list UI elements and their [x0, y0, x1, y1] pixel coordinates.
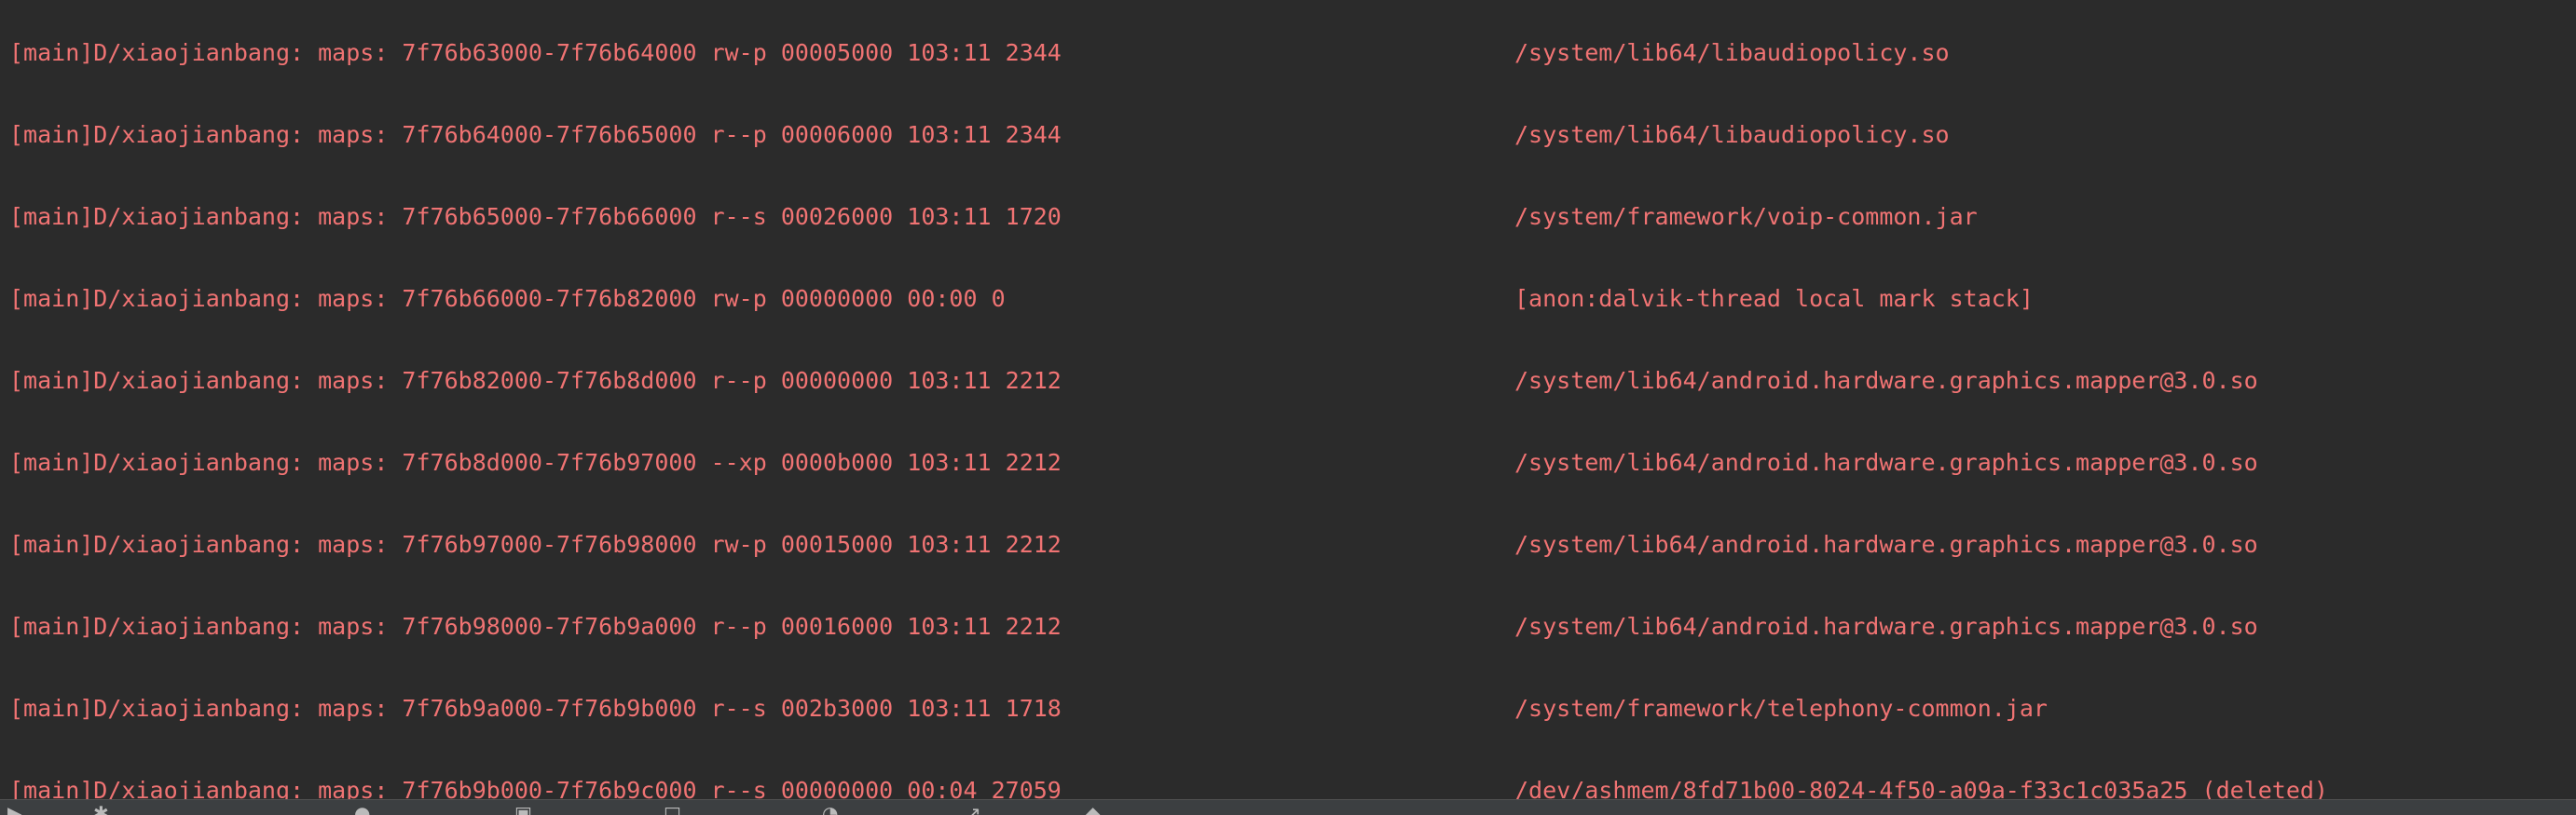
log-mapped-path: /system/lib64/android.hardware.graphics.… — [1514, 613, 2258, 640]
log-mapped-path: /system/lib64/android.hardware.graphics.… — [1514, 449, 2258, 476]
log-message: [main]D/xiaojianbang: maps: 7f76b65000-7… — [9, 203, 1062, 230]
log-mapped-path: /system/lib64/libaudiopolicy.so — [1514, 39, 1950, 66]
log-mapped-path: /system/framework/voip-common.jar — [1514, 203, 1978, 230]
tool-button-run[interactable]: ▶ — [7, 802, 27, 815]
tool-button-dependencies[interactable]: ◆ — [1086, 802, 1105, 815]
log-line[interactable]: [main]D/xiaojianbang: maps: 7f76b65000-7… — [9, 200, 1978, 234]
log-message: [main]D/xiaojianbang: maps: 7f76b66000-7… — [9, 285, 1006, 312]
log-mapped-path: /system/framework/telephony-common.jar — [1514, 695, 2048, 722]
log-message: [main]D/xiaojianbang: maps: 7f76b64000-7… — [9, 121, 1062, 148]
log-line[interactable]: [main]D/xiaojianbang: maps: 7f76b97000-7… — [9, 528, 2258, 562]
profiler-icon: ◔ — [822, 802, 839, 815]
problems-icon: ● — [354, 802, 371, 815]
log-mapped-path: /dev/ashmem/8fd71b00-8024-4f50-a09a-f33c… — [1514, 777, 2328, 799]
log-message: [main]D/xiaojianbang: maps: 7f76b9a000-7… — [9, 695, 1062, 722]
log-message: [main]D/xiaojianbang: maps: 7f76b98000-7… — [9, 613, 1062, 640]
tool-button-services[interactable]: □ — [664, 802, 687, 815]
log-message: [main]D/xiaojianbang: maps: 7f76b9b000-7… — [9, 777, 1062, 799]
log-message: [main]D/xiaojianbang: maps: 7f76b63000-7… — [9, 39, 1062, 66]
bug-icon: ✱ — [93, 802, 109, 815]
log-line[interactable]: [main]D/xiaojianbang: maps: 7f76b8d000-7… — [9, 446, 2258, 480]
terminal-icon: ▣ — [514, 802, 532, 815]
log-message: [main]D/xiaojianbang: maps: 7f76b8d000-7… — [9, 449, 1062, 476]
log-mapped-path: [anon:dalvik-thread local mark stack] — [1514, 285, 2034, 312]
build-icon: ↗ — [966, 802, 981, 815]
run-icon: ▶ — [7, 802, 22, 815]
log-line[interactable]: [main]D/xiaojianbang: maps: 7f76b9b000-7… — [9, 774, 2328, 799]
tool-button-profiler[interactable]: ◔ — [822, 802, 843, 815]
tool-button-problems[interactable]: ● — [354, 802, 376, 815]
services-icon: □ — [664, 802, 681, 815]
log-line[interactable]: [main]D/xiaojianbang: maps: 7f76b98000-7… — [9, 610, 2258, 644]
tool-button-terminal[interactable]: ▣ — [514, 802, 538, 815]
log-line[interactable]: [main]D/xiaojianbang: maps: 7f76b63000-7… — [9, 36, 1950, 70]
log-message: [main]D/xiaojianbang: maps: 7f76b97000-7… — [9, 531, 1062, 558]
log-line[interactable]: [main]D/xiaojianbang: maps: 7f76b82000-7… — [9, 364, 2258, 398]
tool-window-bar: ▶ ✱ ● ▣ □ ◔ ↗ ◆ — [0, 799, 2576, 815]
log-line[interactable]: [main]D/xiaojianbang: maps: 7f76b9a000-7… — [9, 692, 2048, 726]
log-line[interactable]: [main]D/xiaojianbang: maps: 7f76b66000-7… — [9, 282, 2034, 316]
tool-button-build[interactable]: ↗ — [966, 802, 987, 815]
log-mapped-path: /system/lib64/libaudiopolicy.so — [1514, 121, 1950, 148]
log-line[interactable]: [main]D/xiaojianbang: maps: 7f76b64000-7… — [9, 118, 1950, 152]
tool-button-debug[interactable]: ✱ — [93, 802, 115, 815]
log-message: [main]D/xiaojianbang: maps: 7f76b82000-7… — [9, 367, 1062, 394]
log-mapped-path: /system/lib64/android.hardware.graphics.… — [1514, 531, 2258, 558]
log-mapped-path: /system/lib64/android.hardware.graphics.… — [1514, 367, 2258, 394]
dependencies-icon: ◆ — [1086, 802, 1101, 815]
logcat-console[interactable]: [main]D/xiaojianbang: maps: 7f76b63000-7… — [0, 0, 2576, 799]
